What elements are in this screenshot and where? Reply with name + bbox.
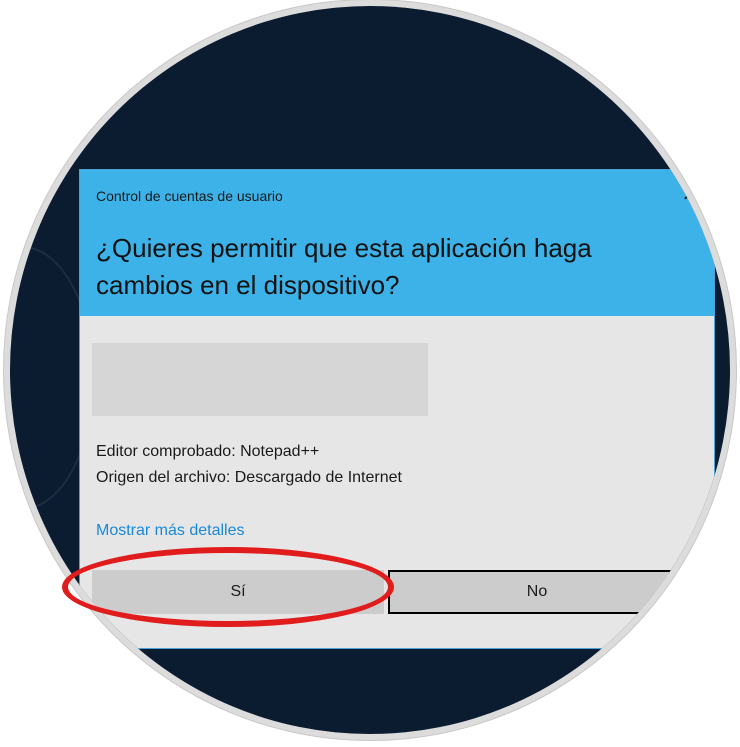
publisher-line: Editor comprobado: Notepad++	[96, 443, 320, 460]
close-icon: ✕	[681, 184, 699, 206]
dialog-title: Control de cuentas de usuario	[96, 188, 283, 204]
yes-button[interactable]: Sí	[92, 570, 384, 614]
app-name-redacted	[92, 343, 428, 416]
uac-dialog: Control de cuentas de usuario ✕ ¿Quieres…	[79, 169, 715, 649]
file-origin-line: Origen del archivo: Descargado de Intern…	[96, 469, 402, 486]
permission-question: ¿Quieres permitir que esta aplicación ha…	[96, 233, 592, 300]
circular-screenshot-frame: Control de cuentas de usuario ✕ ¿Quieres…	[10, 6, 730, 734]
show-more-details-link[interactable]: Mostrar más detalles	[96, 522, 245, 540]
no-button[interactable]: No	[388, 570, 686, 614]
dialog-header: Control de cuentas de usuario ✕ ¿Quieres…	[80, 170, 714, 316]
close-button[interactable]: ✕	[676, 182, 704, 208]
